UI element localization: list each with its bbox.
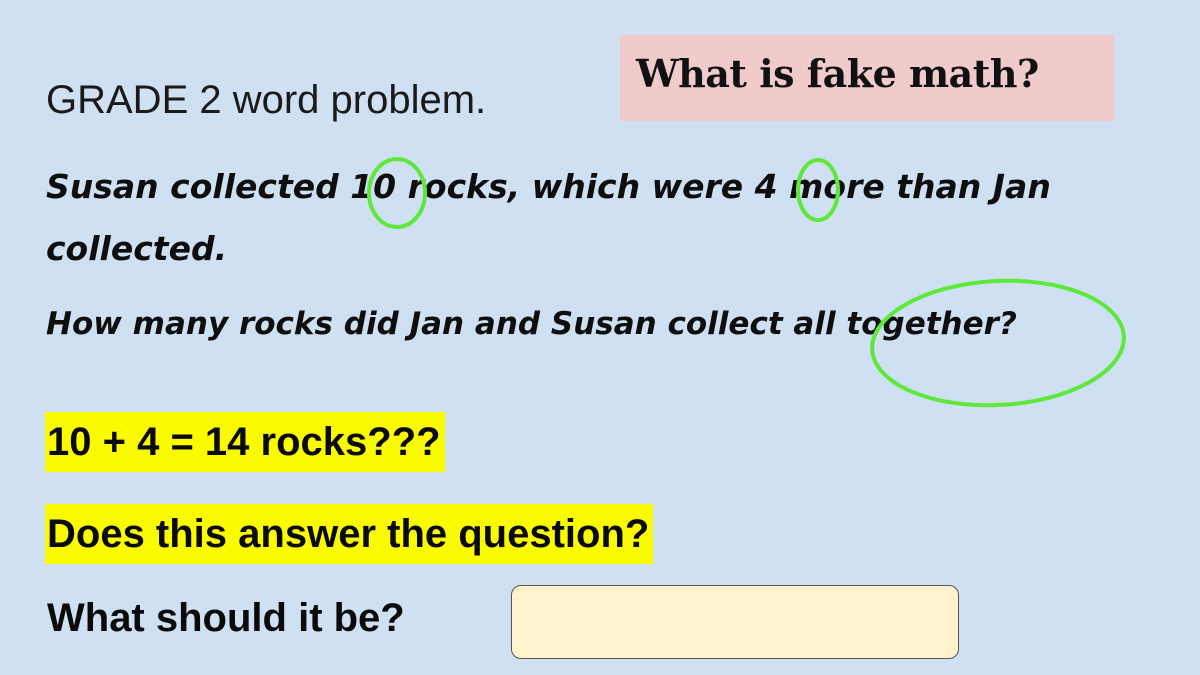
problem-line-1: Susan collected 10 rocks, which were 4 m… bbox=[46, 167, 1051, 206]
answer-label: What should it be? bbox=[47, 596, 405, 640]
grade-label: GRADE 2 word problem. bbox=[46, 78, 487, 122]
answer-input[interactable] bbox=[511, 585, 959, 659]
annotation-circle-all-together bbox=[870, 278, 1126, 408]
callout-box: What is fake math? bbox=[620, 35, 1114, 121]
callout-text: What is fake math? bbox=[636, 51, 1039, 96]
problem-line-2: collected. bbox=[46, 229, 228, 268]
problem-question: How many rocks did Jan and Susan collect… bbox=[46, 306, 1017, 342]
highlighted-prompt: Does this answer the question? bbox=[45, 504, 654, 564]
highlighted-equation: 10 + 4 = 14 rocks??? bbox=[45, 412, 445, 472]
